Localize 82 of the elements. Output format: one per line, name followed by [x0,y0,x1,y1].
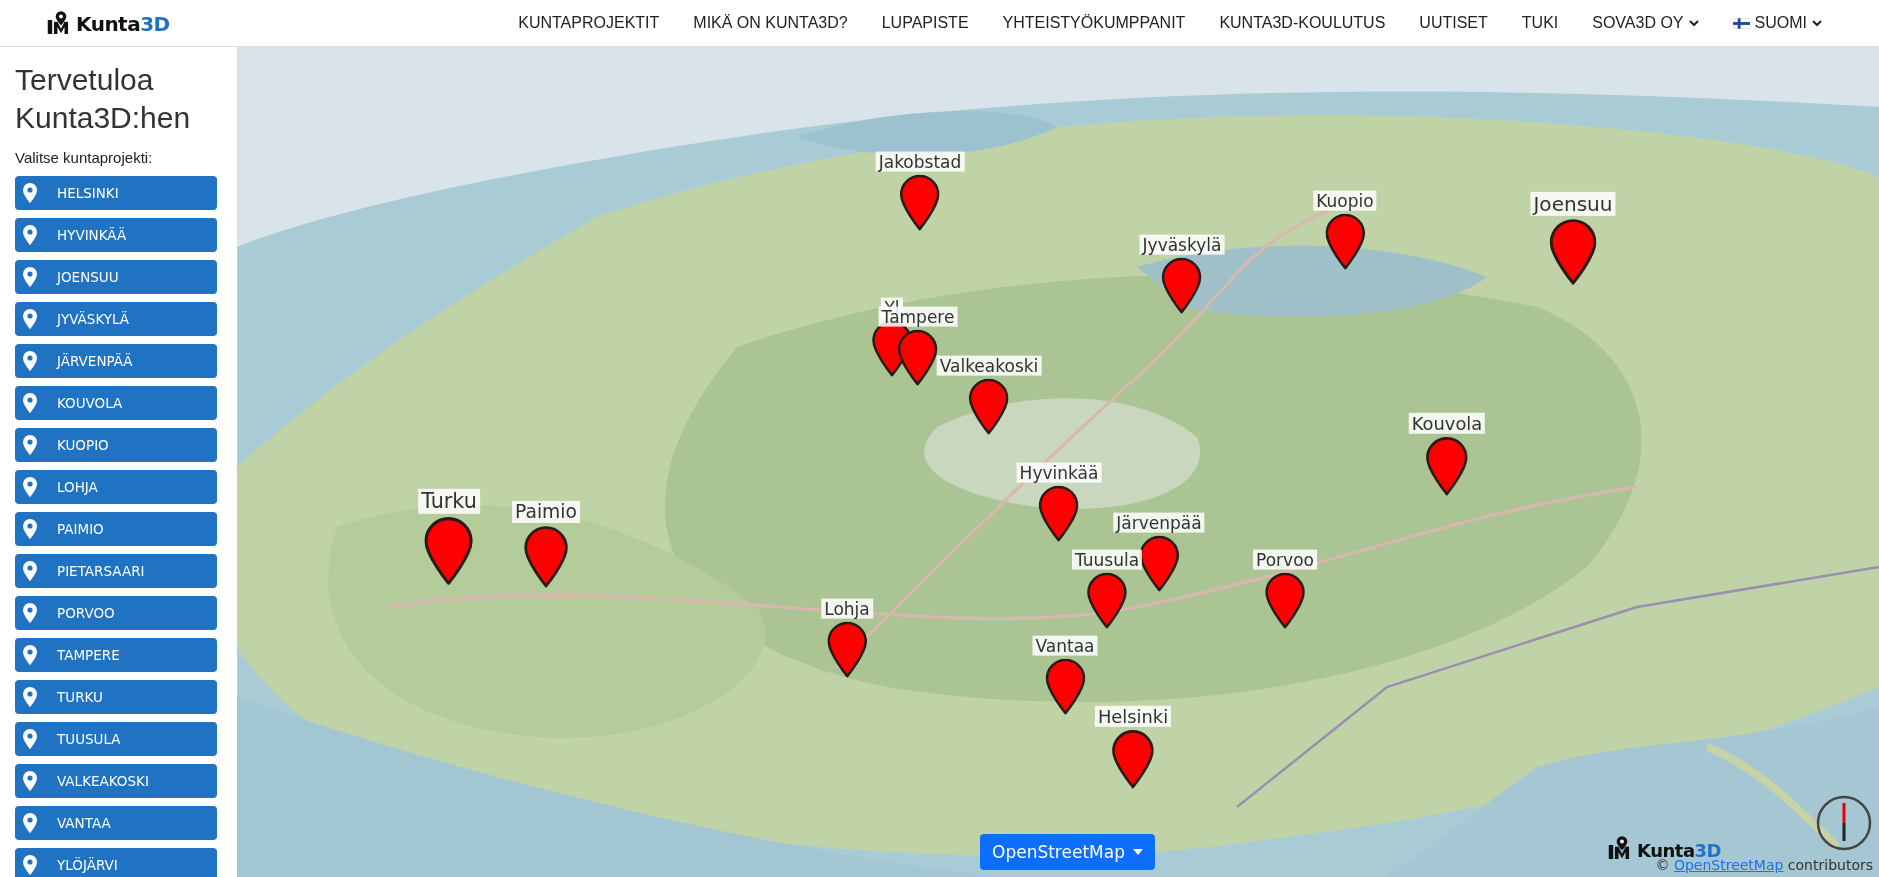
project-button[interactable]: PIETARSAARI [15,554,217,588]
project-button[interactable]: LOHJA [15,470,217,504]
marker-label: Porvoo [1253,549,1317,570]
marker-label: Järvenpää [1113,512,1205,533]
map-pin-icon [23,771,37,791]
project-button[interactable]: VALKEAKOSKI [15,764,217,798]
logo[interactable]: Kunta3D [46,10,170,36]
nav-link[interactable]: SOVA3D OY [1575,14,1716,32]
marker-label: Tuusula [1071,549,1143,570]
marker-label: Paimio [512,500,580,524]
nav-link[interactable]: UUTISET [1402,14,1505,32]
attribution-text: © OpenStreetMap contributors [1655,857,1873,873]
prompt-text: Valitse kuntaprojekti: [15,149,154,166]
project-button[interactable]: HELSINKI [15,176,217,210]
nav-link[interactable]: KUNTAPROJEKTIT [501,14,677,32]
map-pin-icon [23,393,37,413]
nav-link[interactable]: SUOMI [1715,14,1839,32]
compass-icon[interactable] [1816,795,1872,851]
marker-label: Jyväskylä [1139,234,1225,255]
marker-label: Valkeakoski [936,355,1042,376]
map-marker-icon[interactable] [424,516,474,585]
map-marker-icon[interactable] [1549,218,1597,285]
map-pin-icon [23,561,37,581]
marker-label: Vantaa [1032,635,1098,656]
marker-label: Kuopio [1313,190,1377,211]
nav-link[interactable]: YHTEISTYÖKUMPPANIT [985,14,1203,32]
marker-label: Jakobstad [875,151,965,172]
map-pin-icon [23,729,37,749]
map-pin-icon [23,687,37,707]
nav-link[interactable]: MIKÄ ON KUNTA3D? [676,14,865,32]
marker-label: Lohja [821,598,873,619]
attribution-link[interactable]: OpenStreetMap [1673,857,1784,873]
caret-icon [1132,849,1143,855]
map-pin-icon [23,855,37,875]
map-marker-icon[interactable] [1265,573,1305,629]
map-pin-icon [23,435,37,455]
map-marker-icon[interactable] [900,175,940,231]
marker-label: Helsinki [1094,705,1172,728]
project-button[interactable]: JOENSUU [15,260,217,294]
project-button[interactable]: VANTAA [15,806,217,840]
marker-label: Kouvola [1408,412,1486,435]
project-button[interactable]: TAMPERE [15,638,217,672]
map-marker-icon[interactable] [1426,437,1468,496]
project-button[interactable]: KOUVOLA [15,386,217,420]
marker-label: Hyvinkää [1016,462,1102,483]
map-pin-icon [23,309,37,329]
marker-label: Turku [418,488,480,514]
map-pin-icon [23,183,37,203]
map-marker-icon[interactable] [1325,214,1365,270]
map-pin-icon [23,645,37,665]
nav-link[interactable]: KUNTA3D-KOULUTUS [1202,14,1403,32]
project-button[interactable]: PAIMIO [15,512,217,546]
welcome-title: Tervetuloa Kunta3D:hen [15,62,192,136]
nav-link[interactable]: LUPAPISTE [864,14,986,32]
project-button[interactable]: YLÖJÄRVI [15,848,217,877]
project-button[interactable]: HYVINKÄÄ [15,218,217,252]
map-marker-icon[interactable] [524,526,568,588]
map-marker-icon[interactable] [1162,258,1202,314]
project-button[interactable]: TURKU [15,680,217,714]
map-pin-icon [23,477,37,497]
map-pin-icon [23,267,37,287]
map-pin-icon [23,351,37,371]
map-pin-icon [23,813,37,833]
map-marker-icon[interactable] [969,379,1009,435]
map-marker-icon[interactable] [1087,573,1127,629]
layer-dropdown[interactable]: OpenStreetMap [980,834,1155,870]
map-marker-icon[interactable] [1139,536,1179,592]
map-marker-icon[interactable] [1112,730,1154,789]
map-marker-icon[interactable] [1045,659,1085,715]
map-marker-icon[interactable] [1039,486,1079,542]
map-marker-icon[interactable] [827,622,867,678]
nav-link[interactable]: TUKI [1504,14,1576,32]
project-button[interactable]: JÄRVENPÄÄ [15,344,217,378]
project-button[interactable]: TUUSULA [15,722,217,756]
map-pin-icon [23,603,37,623]
map-pin-icon [23,225,37,245]
project-button[interactable]: KUOPIO [15,428,217,462]
project-button[interactable]: JYVÄSKYLÄ [15,302,217,336]
marker-label: Joensuu [1530,191,1616,216]
project-button[interactable]: PORVOO [15,596,217,630]
map-marker-icon[interactable] [898,330,938,386]
map-pin-icon [23,519,37,539]
